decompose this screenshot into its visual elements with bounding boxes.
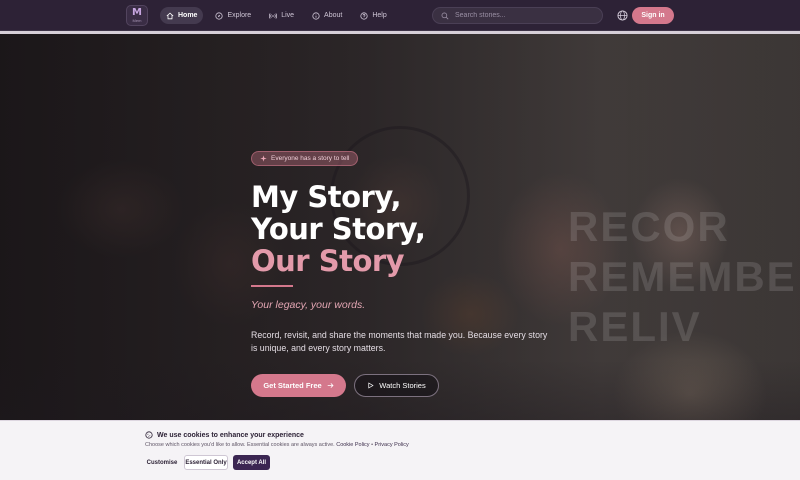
background-word: RELIV	[568, 303, 702, 350]
customise-button[interactable]: Customise	[145, 455, 179, 470]
background-word: RECOR	[568, 203, 730, 250]
get-started-button[interactable]: Get Started Free	[251, 374, 346, 397]
cookie-policy-link[interactable]: Cookie Policy	[336, 442, 369, 448]
arrow-right-icon	[327, 383, 334, 388]
top-nav-bar: M Mem Home Explore Live About Help Sign …	[0, 0, 800, 31]
hero-accent-rule	[251, 285, 293, 287]
accept-all-button[interactable]: Accept All	[233, 455, 270, 470]
cookie-banner: We use cookies to enhance your experienc…	[0, 420, 800, 480]
nav-item-label: Help	[372, 12, 387, 19]
help-icon	[360, 11, 368, 20]
nav-item-label: Live	[281, 12, 295, 19]
privacy-policy-link[interactable]: Privacy Policy	[375, 442, 409, 448]
hero-title-accent-line: Our Story	[251, 244, 405, 278]
watch-stories-label: Watch Stories	[379, 381, 426, 390]
play-icon	[368, 382, 374, 389]
search-bar	[432, 7, 603, 24]
broadcast-icon	[269, 12, 278, 19]
nav-item-label: Explore	[227, 12, 252, 19]
search-icon	[441, 12, 449, 19]
cookie-title-text: We use cookies to enhance your experienc…	[157, 431, 304, 439]
logo-glyph: M	[132, 7, 142, 18]
globe-icon[interactable]	[617, 10, 628, 21]
hero-title-line: Your Story,	[251, 212, 426, 246]
nav-item-help[interactable]: Help	[354, 7, 392, 24]
cookie-description-text: Choose which cookies you'd like to allow…	[145, 442, 335, 448]
nav-item-live[interactable]: Live	[263, 7, 300, 24]
watch-stories-button[interactable]: Watch Stories	[354, 374, 439, 397]
nav-item-home[interactable]: Home	[160, 7, 204, 24]
essential-only-button[interactable]: Essential Only	[184, 455, 228, 470]
hero-title: My Story, Your Story, Our Story	[251, 180, 426, 278]
brand-logo[interactable]: M Mem	[126, 5, 148, 26]
cookie-description: Choose which cookies you'd like to allow…	[145, 442, 409, 448]
home-icon	[166, 12, 174, 19]
compass-icon	[215, 11, 224, 20]
link-separator: •	[371, 442, 374, 448]
sign-in-button[interactable]: Sign in	[632, 7, 674, 24]
nav-item-label: About	[324, 12, 343, 19]
hero-subtitle: Your legacy, your words.	[251, 299, 366, 311]
search-input[interactable]	[455, 12, 595, 19]
main-nav: Home Explore Live About Help	[160, 7, 393, 24]
cookie-icon	[145, 431, 153, 439]
info-icon	[312, 11, 320, 20]
hero-title-line: My Story,	[251, 180, 402, 214]
get-started-label: Get Started Free	[263, 381, 322, 390]
hero-description: Record, revisit, and share the moments t…	[251, 330, 548, 353]
nav-item-explore[interactable]: Explore	[209, 7, 257, 24]
logo-wordmark: Mem	[132, 18, 142, 23]
sparkle-icon	[260, 155, 267, 162]
hero-badge-text: Everyone has a story to tell	[271, 155, 350, 162]
hero-badge: Everyone has a story to tell	[251, 151, 359, 166]
nav-item-about[interactable]: About	[306, 7, 348, 24]
background-word: REMEMBE	[568, 253, 797, 300]
nav-item-label: Home	[178, 12, 198, 19]
background-words: RECOR REMEMBE RELIV	[568, 202, 797, 352]
cookie-title: We use cookies to enhance your experienc…	[145, 431, 304, 439]
